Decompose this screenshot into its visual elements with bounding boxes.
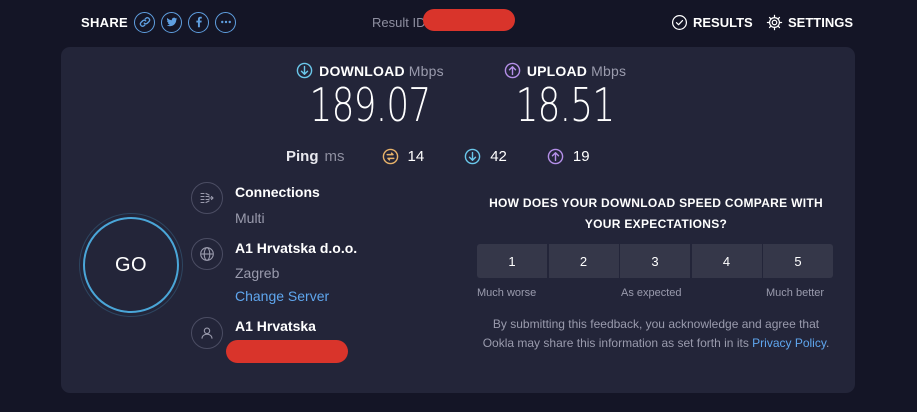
- rating-button-1[interactable]: 1: [477, 244, 547, 278]
- user-icon: [191, 317, 223, 349]
- download-label: DOWNLOAD: [319, 62, 405, 79]
- download-unit: Mbps: [408, 62, 444, 79]
- upload-value: 18.51: [515, 78, 616, 132]
- result-card: DOWNLOAD Mbps 189.07 UPLOAD Mbps 18.51 P…: [61, 47, 855, 393]
- check-circle-icon: [671, 14, 688, 31]
- change-server-link[interactable]: Change Server: [235, 288, 329, 304]
- ping-upload-value: 19: [572, 148, 590, 165]
- more-icon[interactable]: [215, 11, 237, 33]
- rating-button-4[interactable]: 4: [691, 244, 762, 278]
- redacted-ip: [226, 340, 348, 363]
- result-id-label: Result ID: [372, 15, 426, 30]
- ping-idle-value: 14: [407, 148, 425, 165]
- connections-value: Multi: [235, 210, 265, 226]
- settings-button[interactable]: SETTINGS: [766, 14, 853, 31]
- download-value: 189.07: [309, 78, 432, 132]
- rating-button-3[interactable]: 3: [620, 244, 690, 278]
- server-name: A1 Hrvatska d.o.o.: [235, 240, 358, 256]
- upload-label: UPLOAD: [526, 62, 588, 79]
- download-header: DOWNLOAD Mbps: [290, 62, 450, 79]
- ping-unit: ms: [324, 148, 345, 165]
- scale-label-low: Much worse: [477, 287, 537, 299]
- upload-metric: UPLOAD Mbps 18.51: [490, 62, 640, 128]
- redacted-result-id: [423, 9, 515, 31]
- idle-latency-icon: [382, 148, 398, 165]
- upload-header: UPLOAD Mbps: [490, 62, 640, 79]
- link-icon[interactable]: [134, 11, 156, 33]
- ping-label: Ping: [286, 148, 319, 165]
- privacy-policy-link[interactable]: Privacy Policy: [752, 336, 826, 350]
- upload-arrow-icon: [504, 62, 521, 79]
- results-label: RESULTS: [693, 15, 753, 30]
- results-button[interactable]: RESULTS: [671, 14, 753, 31]
- rating-scale: 1 2 3 4 5: [477, 244, 833, 278]
- top-bar: SHARE Result ID RESULTS SETTINGS: [0, 0, 917, 46]
- twitter-icon[interactable]: [161, 11, 183, 33]
- download-metric: DOWNLOAD Mbps 189.07: [290, 62, 450, 128]
- facebook-icon[interactable]: [188, 11, 210, 33]
- scale-label-mid: As expected: [621, 287, 682, 299]
- settings-label: SETTINGS: [788, 15, 854, 30]
- rating-button-2[interactable]: 2: [548, 244, 619, 278]
- server-location: Zagreb: [235, 265, 280, 281]
- feedback-question: HOW DOES YOUR DOWNLOAD SPEED COMPARE WIT…: [489, 196, 823, 231]
- ping-idle[interactable]: 14: [382, 148, 425, 165]
- ping-upload[interactable]: 19: [547, 148, 590, 165]
- download-latency-icon: [464, 148, 481, 165]
- upload-latency-icon: [547, 148, 564, 165]
- connections-title: Connections: [235, 184, 320, 200]
- go-button[interactable]: GO: [79, 213, 183, 317]
- gear-icon: [766, 14, 783, 31]
- ping-download[interactable]: 42: [464, 148, 507, 165]
- share-group: SHARE: [81, 11, 242, 33]
- connections-icon: [191, 182, 223, 214]
- share-label: SHARE: [81, 14, 129, 30]
- feedback-disclaimer: By submitting this feedback, you acknowl…: [477, 315, 835, 353]
- globe-icon: [191, 238, 223, 270]
- scale-label-high: Much better: [766, 287, 825, 299]
- download-arrow-icon: [296, 62, 313, 79]
- provider-name: A1 Hrvatska: [235, 318, 316, 334]
- ping-row: Ping ms 14 42 19: [286, 148, 630, 165]
- ping-download-value: 42: [490, 148, 507, 165]
- upload-unit: Mbps: [591, 62, 627, 79]
- rating-button-5[interactable]: 5: [763, 244, 833, 278]
- disclaimer-period: .: [825, 336, 830, 350]
